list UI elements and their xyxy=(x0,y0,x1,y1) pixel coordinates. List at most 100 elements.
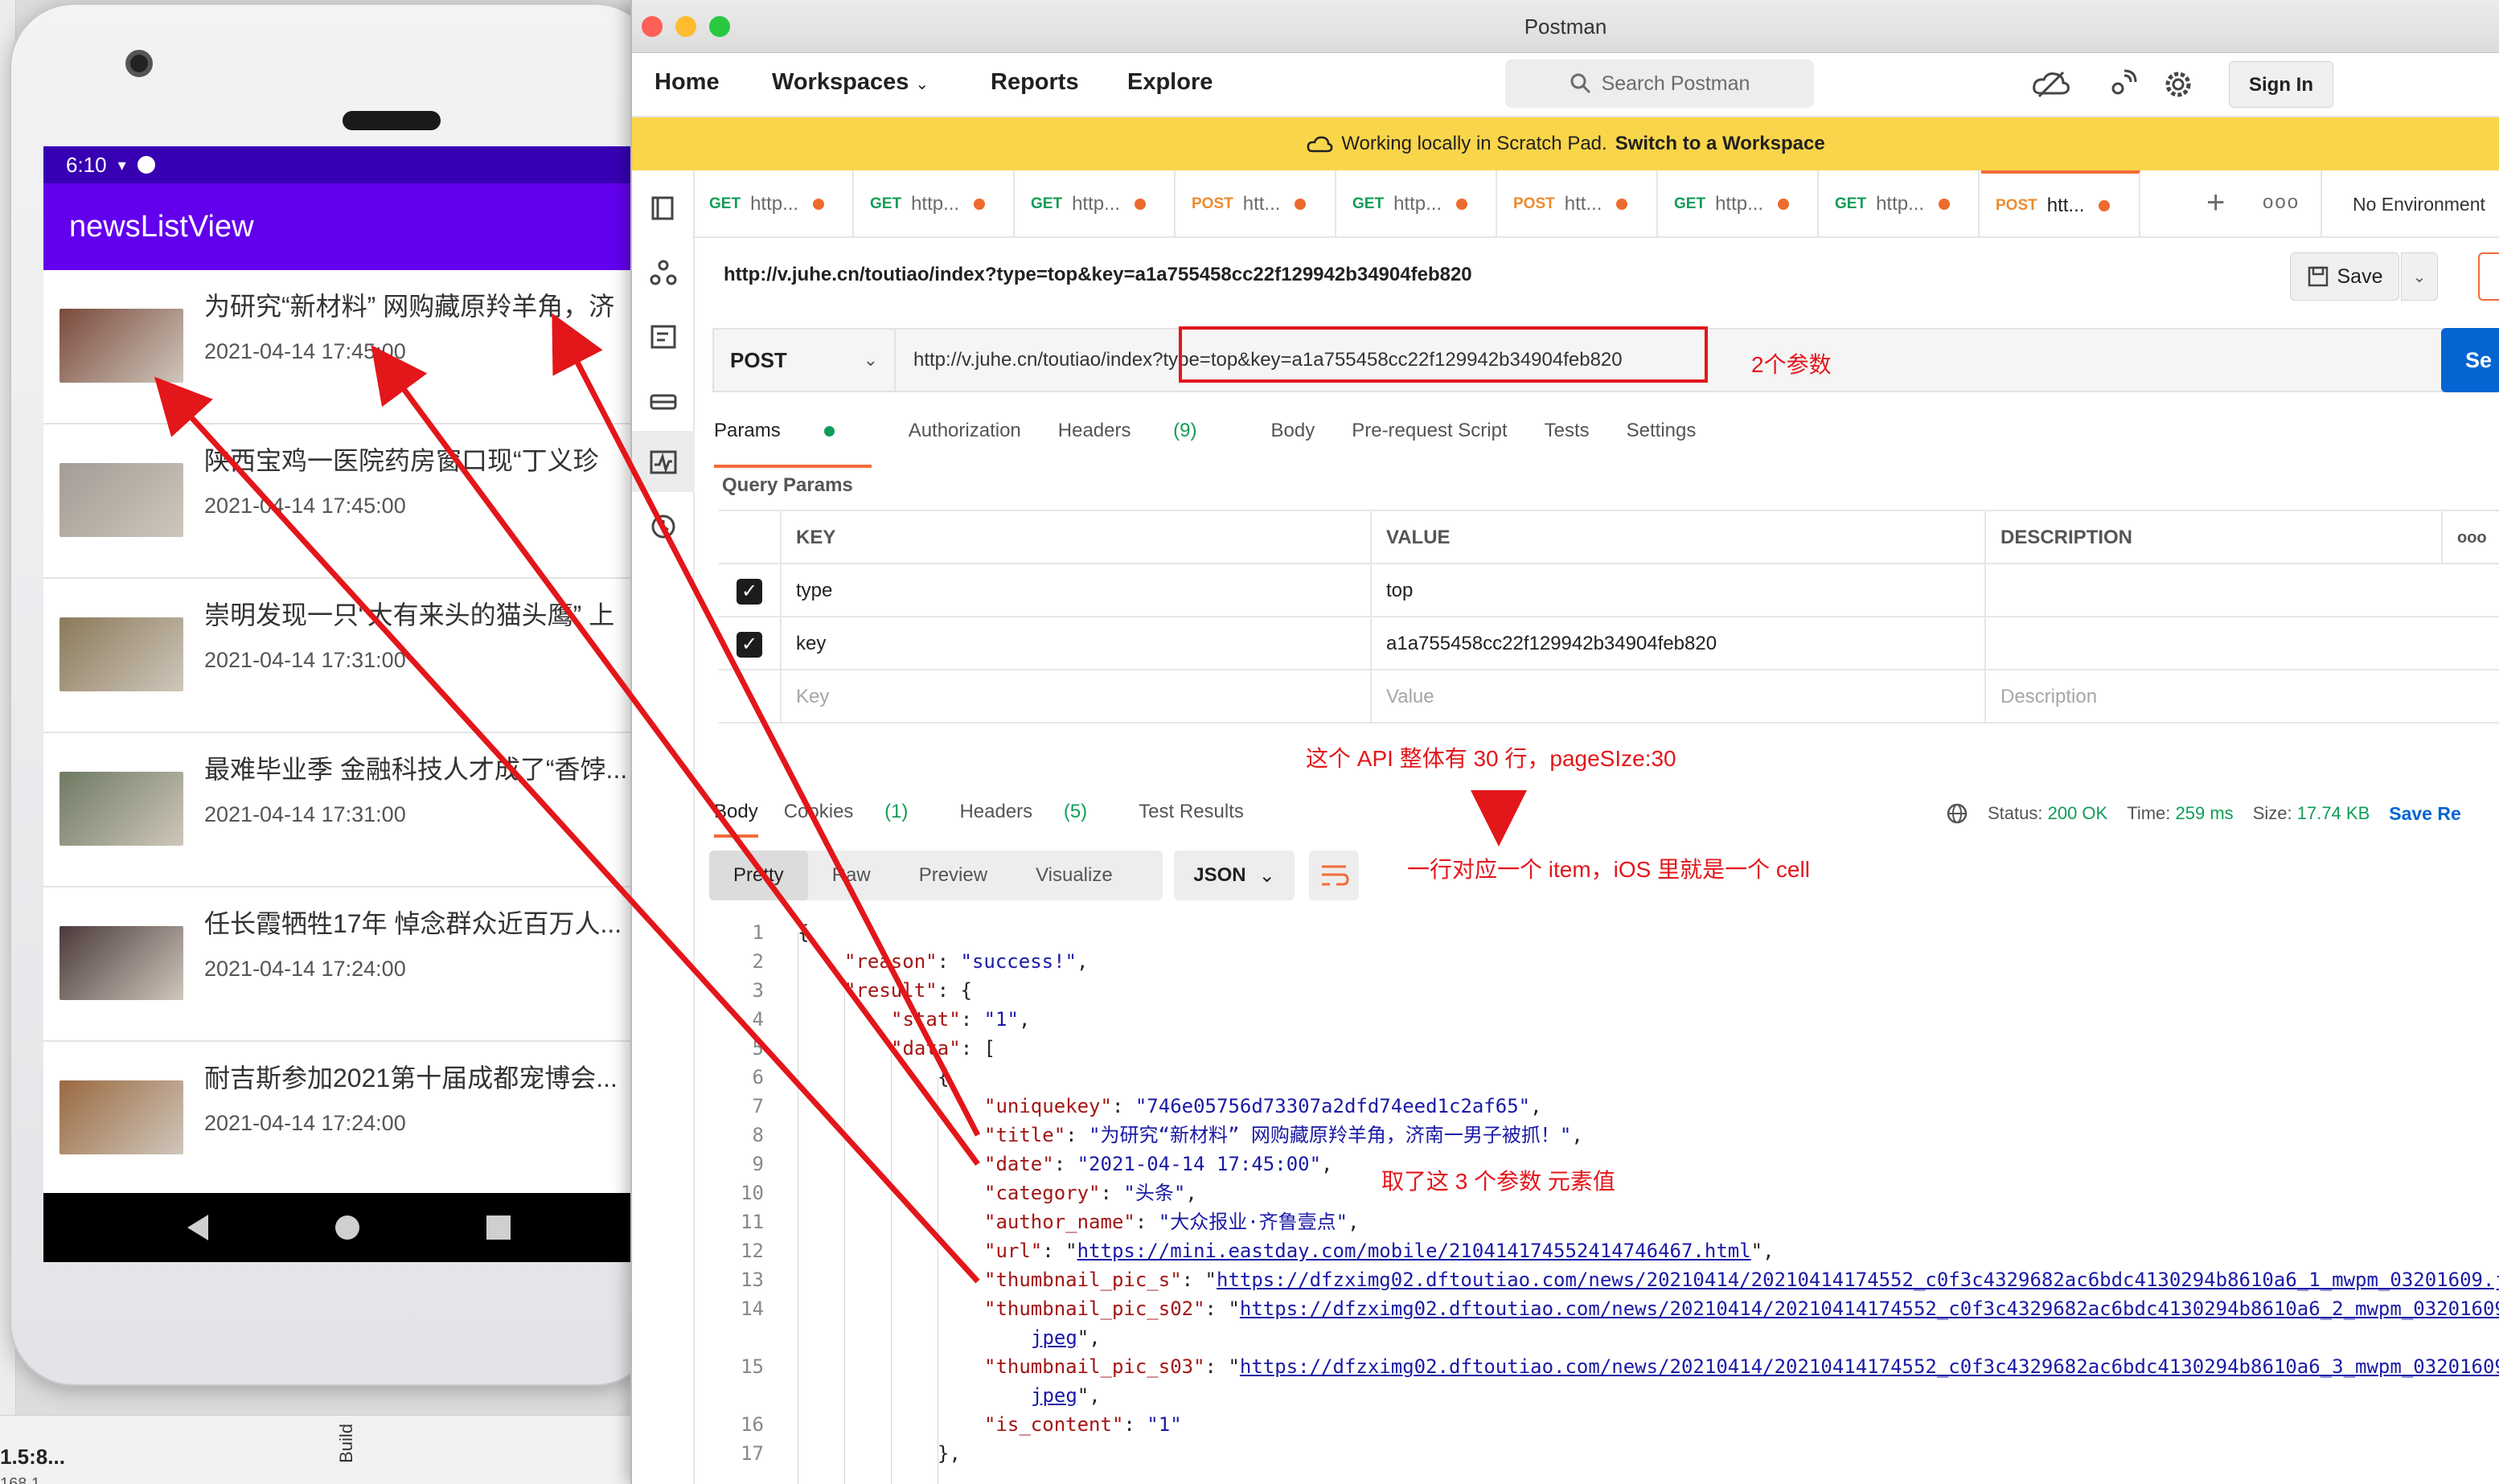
code-link[interactable]: https://dfzximg02.dftoutiao.com/news/202… xyxy=(1240,1297,2499,1320)
news-title: 为研究“新材料” 网购藏原羚羊角，济 xyxy=(204,292,615,321)
save-button[interactable]: Save xyxy=(2290,252,2399,301)
new-value-input[interactable]: Value xyxy=(1370,670,1984,724)
code-link[interactable]: jpeg xyxy=(1031,1326,1077,1349)
tab-prerequest[interactable]: Pre-request Script xyxy=(1352,420,1507,455)
globe-icon[interactable] xyxy=(1946,802,1968,825)
request-tab[interactable]: POST htt... xyxy=(1981,170,2140,238)
new-description-input[interactable]: Description xyxy=(1984,670,2499,724)
news-list-item[interactable]: 崇明发现一只“大有来头的猫头鹰” 上 2021-04-14 17:31:00 xyxy=(43,579,654,733)
back-icon[interactable] xyxy=(187,1215,208,1240)
save-response-button[interactable]: Save Re xyxy=(2389,803,2461,825)
code-link[interactable]: https://dfzximg02.dftoutiao.com/news/202… xyxy=(1240,1355,2499,1378)
search-input[interactable]: Search Postman xyxy=(1505,59,1814,108)
edit-icon[interactable] xyxy=(2478,252,2499,301)
app-bar: newsListView xyxy=(43,183,654,270)
resp-tab-test-results[interactable]: Test Results xyxy=(1139,801,1244,823)
tab-method: GET xyxy=(1031,195,1063,212)
code-token: : xyxy=(1065,1124,1089,1146)
tab-method: GET xyxy=(1352,195,1385,212)
request-tab[interactable]: GET http... xyxy=(695,170,854,238)
response-body-code[interactable]: 1{2 "reason": "success!", 3 "result": {4 "st… xyxy=(695,918,2499,1484)
format-select[interactable]: JSON ⌄ xyxy=(1174,851,1295,900)
tab-label: http... xyxy=(1715,193,1764,215)
checkbox-checked-icon[interactable]: ✓ xyxy=(737,632,762,658)
news-list-item[interactable]: 最难毕业季 金融科技人才成了“香饽... 2021-04-14 17:31:00 xyxy=(43,733,654,888)
ide-build-tab[interactable]: Build xyxy=(336,1424,357,1463)
param-value-cell[interactable]: top xyxy=(1370,564,1984,617)
size-info[interactable]: Size: 17.74 KB xyxy=(2253,803,2370,824)
send-button[interactable]: Se xyxy=(2441,328,2499,392)
request-tabs: + ooo No Environment GET http... GET http..… xyxy=(695,170,2499,238)
resp-tab-body[interactable]: Body xyxy=(714,801,758,838)
request-tab[interactable]: GET http... xyxy=(1820,170,1980,238)
code-link[interactable]: jpeg xyxy=(1031,1384,1077,1407)
request-name[interactable]: http://v.juhe.cn/toutiao/index?type=top&… xyxy=(724,264,1472,286)
line-number: 9 xyxy=(752,1153,764,1175)
view-pretty[interactable]: Pretty xyxy=(709,851,808,900)
code-link[interactable]: https://dfzximg02.dftoutiao.com/news/202… xyxy=(1217,1269,2499,1291)
method-label: POST xyxy=(730,347,787,372)
monitors-icon[interactable] xyxy=(648,449,679,476)
nav-workspaces[interactable]: Workspaces ⌄ xyxy=(772,69,929,96)
nav-home[interactable]: Home xyxy=(654,69,720,96)
table-more-icon[interactable]: ooo xyxy=(2441,511,2499,564)
param-key-cell[interactable]: key xyxy=(780,617,1370,670)
save-options-chevron-icon[interactable]: ⌄ xyxy=(2401,252,2438,301)
home-icon[interactable] xyxy=(335,1215,359,1240)
recents-icon[interactable] xyxy=(486,1215,511,1240)
param-description-cell[interactable] xyxy=(1984,617,2499,670)
time-info[interactable]: Time: 259 ms xyxy=(2127,803,2233,824)
mock-servers-icon[interactable] xyxy=(648,387,679,415)
tab-settings[interactable]: Settings xyxy=(1627,420,1697,455)
sign-in-button[interactable]: Sign In xyxy=(2229,61,2333,108)
tab-body[interactable]: Body xyxy=(1271,420,1315,455)
nav-reports[interactable]: Reports xyxy=(991,69,1079,96)
param-key-cell[interactable]: type xyxy=(780,564,1370,617)
param-value-cell[interactable]: a1a755458cc22f129942b34904feb820 xyxy=(1370,617,1984,670)
resp-tab-headers[interactable]: Headers (5) xyxy=(959,801,1113,823)
news-list-item[interactable]: 任长霞牺牲17年 悼念群众近百万人... 2021-04-14 17:24:00 xyxy=(43,888,654,1042)
code-token: : { xyxy=(937,979,972,1002)
history-icon[interactable] xyxy=(648,513,679,540)
tab-params[interactable]: Params xyxy=(714,420,872,468)
collections-icon[interactable] xyxy=(648,195,679,222)
view-visualize[interactable]: Visualize xyxy=(1012,851,1137,900)
code-link[interactable]: https://mini.eastday.com/mobile/21041417… xyxy=(1077,1240,1751,1262)
apis-icon[interactable] xyxy=(648,259,679,286)
view-preview[interactable]: Preview xyxy=(895,851,1012,900)
method-select[interactable]: POST ⌄ xyxy=(712,328,894,392)
resp-tab-cookies[interactable]: Cookies (1) xyxy=(784,801,934,823)
switch-workspace-link[interactable]: Switch to a Workspace xyxy=(1615,133,1825,155)
request-tab[interactable]: POST htt... xyxy=(1177,170,1336,238)
param-description-cell[interactable] xyxy=(1984,564,2499,617)
request-tab[interactable]: GET http... xyxy=(1660,170,1819,238)
news-list-item[interactable]: 陕西宝鸡一医院药房窗口现“丁义珍 2021-04-14 17:45:00 xyxy=(43,424,654,579)
cloud-offline-icon[interactable] xyxy=(2029,69,2073,100)
view-raw[interactable]: Raw xyxy=(808,851,895,900)
wrap-lines-icon[interactable] xyxy=(1309,851,1359,900)
environments-icon[interactable] xyxy=(648,323,679,351)
tab-headers[interactable]: Headers (9) xyxy=(1058,420,1234,455)
request-tab[interactable]: POST htt... xyxy=(1499,170,1658,238)
news-list-item[interactable]: 为研究“新材料” 网购藏原羚羊角，济 2021-04-14 17:45:00 xyxy=(43,270,654,424)
tab-label: htt... xyxy=(1242,193,1281,215)
code-token: "为研究“新材料” 网购藏原羚羊角，济南一男子被抓！" xyxy=(1089,1124,1572,1146)
request-tab[interactable]: GET http... xyxy=(1338,170,1497,238)
satellite-icon[interactable] xyxy=(2107,69,2137,100)
tab-tests[interactable]: Tests xyxy=(1545,420,1590,455)
new-key-input[interactable]: Key xyxy=(780,670,1370,724)
checkbox-checked-icon[interactable]: ✓ xyxy=(737,579,762,605)
code-token: "stat" xyxy=(891,1008,961,1031)
nav-explore[interactable]: Explore xyxy=(1127,69,1213,96)
new-tab-plus-icon[interactable]: + xyxy=(2206,185,2225,221)
tab-authorization[interactable]: Authorization xyxy=(909,420,1021,455)
code-token: , xyxy=(1077,950,1089,973)
environment-selector[interactable]: No Environment xyxy=(2320,170,2499,238)
request-tab[interactable]: GET http... xyxy=(856,170,1015,238)
status-info[interactable]: Status: 200 OK xyxy=(1988,803,2107,824)
news-list-item[interactable]: 耐吉斯参加2021第十届成都宠博会... 2021-04-14 17:24:00 xyxy=(43,1042,654,1196)
request-tab[interactable]: GET http... xyxy=(1016,170,1176,238)
gear-icon[interactable] xyxy=(2163,69,2193,100)
tabs-more-icon[interactable]: ooo xyxy=(2263,191,2300,214)
news-list-view[interactable]: 为研究“新材料” 网购藏原羚羊角，济 2021-04-14 17:45:00 陕西宝… xyxy=(43,270,654,1196)
